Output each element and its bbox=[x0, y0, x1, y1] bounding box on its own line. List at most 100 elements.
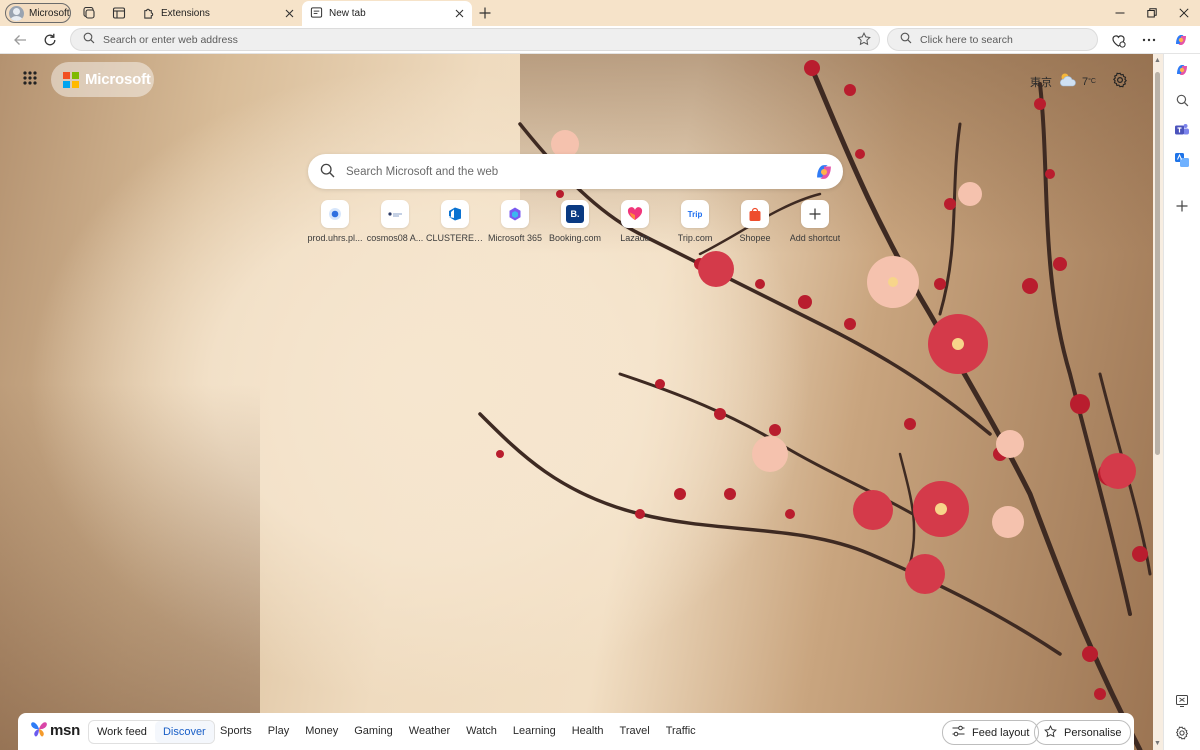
teams-icon[interactable] bbox=[1173, 121, 1191, 139]
shortcut-uhrs[interactable]: prod.uhrs.pl... bbox=[305, 200, 365, 243]
profile-label: Microsoft bbox=[29, 7, 70, 19]
ntp-search-box[interactable]: Search Microsoft and the web bbox=[308, 154, 843, 189]
microsoft-logo-icon bbox=[63, 71, 79, 88]
azure-devops-icon bbox=[441, 200, 469, 228]
edge-sidebar bbox=[1163, 54, 1200, 750]
nav-health[interactable]: Health bbox=[572, 725, 604, 737]
ntp-search-placeholder: Search Microsoft and the web bbox=[346, 165, 499, 178]
tab-actions-icon[interactable] bbox=[111, 5, 127, 21]
refresh-icon[interactable] bbox=[41, 31, 59, 49]
page-settings-icon[interactable] bbox=[1112, 72, 1128, 88]
tab-extensions[interactable]: Extensions bbox=[134, 1, 302, 26]
personalise-button[interactable]: Personalise bbox=[1034, 720, 1132, 745]
shortcuts-row: prod.uhrs.pl... cosmos08 A... CLUSTERED … bbox=[305, 200, 845, 243]
sliders-icon bbox=[952, 725, 965, 740]
shortcut-trip[interactable]: Trip Trip.com bbox=[665, 200, 725, 243]
new-tab-page: Microsoft 東京 7 °C Search Microsoft and t… bbox=[0, 54, 1153, 750]
search-icon bbox=[83, 32, 95, 47]
feed-layout-label: Feed layout bbox=[972, 726, 1030, 739]
new-tab-button[interactable] bbox=[476, 4, 494, 22]
copilot-icon[interactable] bbox=[813, 161, 835, 186]
browser-essentials-icon[interactable] bbox=[1109, 31, 1127, 49]
shortcut-label: Trip.com bbox=[677, 233, 713, 243]
favorite-star-icon[interactable] bbox=[857, 32, 871, 49]
brand-label: Microsoft bbox=[85, 71, 151, 88]
shortcut-label: CLUSTERED ... bbox=[426, 233, 484, 243]
msn-nav: Sports Play Money Gaming Weather Watch L… bbox=[220, 725, 712, 737]
shortcut-label: Shopee bbox=[739, 233, 771, 243]
tab-title: New tab bbox=[329, 8, 366, 19]
personalise-label: Personalise bbox=[1064, 726, 1122, 739]
shortcut-label: cosmos08 A... bbox=[366, 233, 424, 243]
close-window-icon[interactable] bbox=[1175, 4, 1193, 22]
shortcut-label: prod.uhrs.pl... bbox=[307, 233, 363, 243]
nav-weather[interactable]: Weather bbox=[409, 725, 450, 737]
nav-gaming[interactable]: Gaming bbox=[354, 725, 393, 737]
weather-unit: °C bbox=[1088, 78, 1096, 85]
more-options-icon[interactable] bbox=[1140, 31, 1158, 49]
profile-button[interactable]: Microsoft bbox=[5, 3, 71, 23]
shortcut-booking[interactable]: B. Booking.com bbox=[545, 200, 605, 243]
back-icon[interactable] bbox=[11, 31, 29, 49]
search-icon[interactable] bbox=[1173, 91, 1191, 109]
msn-logo-text: msn bbox=[50, 722, 80, 739]
apps-launcher-icon[interactable] bbox=[22, 70, 40, 88]
search-icon bbox=[320, 163, 335, 181]
tab-title: Extensions bbox=[161, 8, 210, 19]
address-bar[interactable]: Search or enter web address bbox=[70, 28, 880, 51]
microsoft-brand-button[interactable]: Microsoft bbox=[51, 62, 154, 97]
copilot-icon[interactable] bbox=[1173, 61, 1191, 79]
close-icon[interactable] bbox=[282, 6, 296, 20]
avatar bbox=[9, 5, 24, 21]
nav-traffic[interactable]: Traffic bbox=[666, 725, 696, 737]
trip-icon: Trip bbox=[681, 200, 709, 228]
shortcut-lazada[interactable]: Lazada bbox=[605, 200, 665, 243]
weather-widget[interactable]: 東京 7 °C bbox=[1030, 72, 1096, 91]
shortcut-cosmos[interactable]: cosmos08 A... bbox=[365, 200, 425, 243]
microsoft-365-icon bbox=[501, 200, 529, 228]
feed-option-discover[interactable]: Discover bbox=[154, 721, 214, 743]
nav-watch[interactable]: Watch bbox=[466, 725, 497, 737]
cosmos-icon bbox=[381, 200, 409, 228]
scroll-up-icon[interactable]: ▲ bbox=[1154, 57, 1161, 64]
nav-money[interactable]: Money bbox=[305, 725, 338, 737]
shortcut-label: Booking.com bbox=[548, 233, 602, 243]
msn-logo[interactable]: msn bbox=[30, 720, 80, 741]
lazada-icon bbox=[621, 200, 649, 228]
hide-sidebar-icon[interactable] bbox=[1173, 692, 1191, 710]
add-shortcut-button[interactable]: Add shortcut bbox=[785, 200, 845, 243]
nav-travel[interactable]: Travel bbox=[620, 725, 650, 737]
scroll-down-icon[interactable]: ▼ bbox=[1154, 740, 1161, 747]
tab-new-tab[interactable]: New tab bbox=[302, 1, 472, 26]
add-sidebar-app-icon[interactable] bbox=[1173, 197, 1191, 215]
feed-option-work-feed[interactable]: Work feed bbox=[89, 721, 155, 743]
page-scrollbar[interactable]: ▲ ▼ bbox=[1153, 54, 1163, 750]
close-icon[interactable] bbox=[452, 6, 466, 20]
nav-learning[interactable]: Learning bbox=[513, 725, 556, 737]
web-search-placeholder: Click here to search bbox=[920, 33, 1013, 46]
booking-icon: B. bbox=[561, 200, 589, 228]
tab-strip: Microsoft Extensions New tab bbox=[0, 0, 1200, 26]
feed-layout-button[interactable]: Feed layout bbox=[942, 720, 1040, 745]
extensions-icon bbox=[142, 6, 155, 22]
shortcut-label: Microsoft 365 bbox=[487, 233, 543, 243]
nav-sports[interactable]: Sports bbox=[220, 725, 252, 737]
web-search-box[interactable]: Click here to search bbox=[887, 28, 1098, 51]
copilot-icon[interactable] bbox=[1172, 31, 1190, 49]
scrollbar-thumb[interactable] bbox=[1155, 72, 1160, 455]
search-icon bbox=[900, 32, 912, 47]
uhrs-icon bbox=[321, 200, 349, 228]
shortcut-shopee[interactable]: Shopee bbox=[725, 200, 785, 243]
cloud-sun-icon bbox=[1058, 72, 1078, 91]
plus-icon bbox=[801, 200, 829, 228]
sidebar-settings-icon[interactable] bbox=[1173, 724, 1191, 742]
shortcut-clustered[interactable]: CLUSTERED ... bbox=[425, 200, 485, 243]
minimize-icon[interactable] bbox=[1111, 4, 1129, 22]
shortcut-microsoft-365[interactable]: Microsoft 365 bbox=[485, 200, 545, 243]
nav-play[interactable]: Play bbox=[268, 725, 289, 737]
sparkle-star-icon bbox=[1044, 724, 1057, 741]
msn-feed-bar: msn Work feed Discover Sports Play Money… bbox=[18, 713, 1134, 750]
translator-icon[interactable] bbox=[1173, 151, 1191, 169]
restore-icon[interactable] bbox=[1143, 4, 1161, 22]
workspaces-icon[interactable] bbox=[81, 5, 97, 21]
